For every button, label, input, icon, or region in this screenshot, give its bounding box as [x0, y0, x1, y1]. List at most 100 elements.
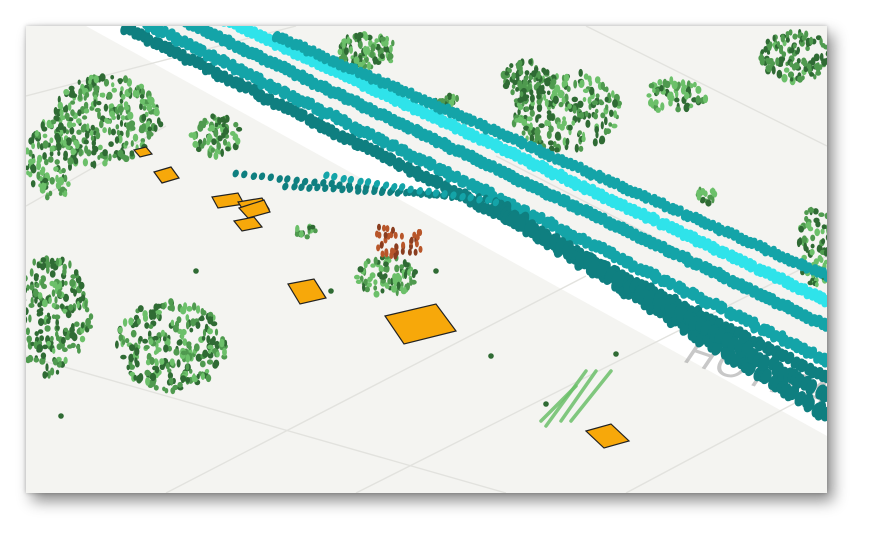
tree-point	[674, 97, 680, 103]
tree-point	[504, 71, 510, 76]
tree-point	[395, 272, 401, 281]
map-viewport[interactable]: HOTHA	[26, 26, 827, 493]
tree-point	[77, 79, 81, 85]
tree-point	[41, 262, 47, 269]
tree-point	[39, 307, 44, 313]
tree-point	[173, 348, 180, 356]
tree-point	[33, 274, 39, 282]
tree-point	[383, 261, 389, 267]
tree-point	[144, 322, 150, 329]
tree-point	[108, 141, 114, 147]
tree-point	[544, 98, 549, 107]
tree-point	[56, 343, 62, 350]
tree-point	[129, 150, 135, 157]
tree-point	[49, 270, 56, 278]
tree-point	[29, 284, 35, 291]
tree-point	[118, 79, 123, 85]
pole-point	[58, 413, 64, 419]
tree-point	[711, 196, 715, 204]
tree-point	[142, 338, 148, 344]
structure-point	[385, 225, 390, 233]
tree-point	[219, 338, 225, 348]
tree-point	[92, 160, 97, 169]
tree-point	[127, 111, 134, 120]
tree-point	[180, 331, 185, 340]
cable-point	[241, 170, 248, 179]
cable-point	[282, 182, 289, 191]
tree-point	[517, 59, 523, 67]
tree-point	[207, 316, 214, 325]
tree-point	[558, 101, 564, 108]
tree-point	[26, 307, 29, 316]
tree-point	[549, 113, 555, 121]
tree-point	[31, 142, 35, 150]
tree-point	[529, 122, 533, 131]
tree-point	[373, 279, 378, 286]
tree-point	[145, 377, 151, 386]
tree-point	[655, 87, 660, 96]
tree-point	[210, 113, 216, 120]
tree-point	[163, 344, 169, 353]
tree-point	[373, 256, 378, 265]
tree-point	[598, 99, 603, 105]
tree-point	[40, 352, 47, 360]
tree-point	[821, 224, 827, 230]
tree-point	[210, 147, 215, 153]
tree-point	[62, 347, 68, 353]
tree-point	[510, 89, 515, 96]
tree-point	[211, 138, 217, 146]
tree-point	[116, 129, 121, 136]
pole-point	[193, 268, 199, 274]
tree-point	[207, 328, 213, 335]
tree-point	[95, 131, 101, 140]
tree-point	[214, 328, 219, 336]
tree-point	[63, 356, 68, 364]
tree-point	[383, 282, 389, 288]
tree-point	[612, 99, 618, 108]
tree-point	[186, 320, 190, 330]
tree-point	[73, 269, 79, 276]
tree-point	[147, 95, 152, 103]
tree-point	[349, 46, 353, 54]
building-footprint	[384, 303, 458, 345]
tree-point	[146, 104, 153, 112]
tree-point	[189, 327, 194, 333]
tree-point	[71, 333, 78, 342]
tree-point	[148, 131, 154, 137]
tree-point	[60, 129, 64, 135]
tree-point	[582, 97, 587, 102]
tree-point	[210, 340, 217, 346]
tree-point	[47, 123, 54, 129]
cable-point	[323, 171, 330, 180]
tree-point	[577, 113, 583, 118]
tree-point	[71, 93, 78, 98]
tree-point	[648, 83, 655, 89]
tree-point	[37, 154, 43, 163]
tree-point	[567, 103, 572, 109]
tree-point	[67, 102, 72, 111]
tree-point	[514, 118, 520, 123]
tree-point	[26, 335, 32, 343]
tree-point	[57, 101, 63, 110]
tree-point	[400, 288, 407, 295]
tree-point	[307, 225, 311, 231]
tree-point	[571, 96, 578, 103]
tree-point	[91, 149, 97, 156]
tree-point	[76, 118, 82, 124]
tree-point	[46, 318, 51, 325]
point-cloud-scene[interactable]: HOTHA	[26, 26, 827, 493]
tree-point	[611, 123, 618, 129]
tree-point	[801, 35, 807, 41]
tree-point	[759, 58, 765, 66]
tree-point	[225, 146, 231, 152]
tree-point	[80, 294, 86, 302]
cable-point	[267, 173, 275, 182]
tree-point	[695, 95, 701, 104]
cable-point	[284, 175, 291, 183]
tree-point	[528, 58, 533, 65]
tree-point	[62, 267, 67, 276]
tree-point	[84, 92, 90, 98]
tree-point	[806, 63, 812, 70]
tree-point	[505, 79, 510, 85]
tree-point	[124, 140, 129, 146]
